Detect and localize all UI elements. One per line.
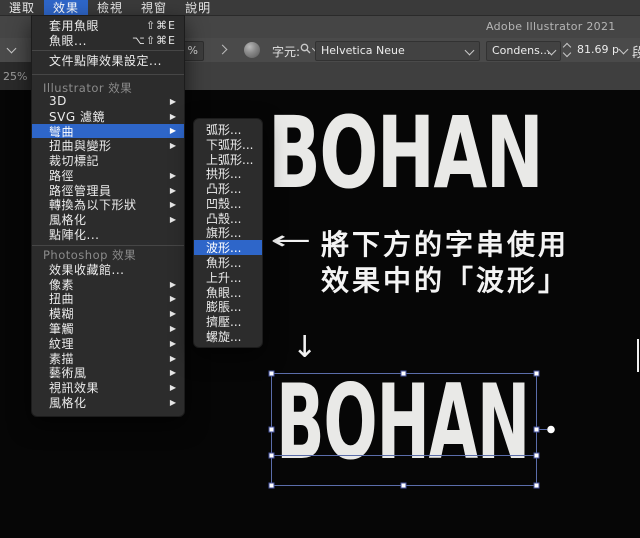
font-size-stepper[interactable] [562, 42, 572, 58]
paragraph-label: 段 [632, 46, 640, 61]
menubar-item-effect[interactable]: 效果 [44, 0, 89, 15]
annotation-line-2: 效果中的「波形」 [321, 264, 570, 297]
left-arrow-icon: ← [270, 226, 312, 256]
menu-item-effect-gallery[interactable]: 效果收藏館... [32, 262, 184, 277]
menu-item-stylize-ai[interactable]: 風格化 ▶ [32, 212, 184, 227]
app-title: Adobe Illustrator 2021 [486, 20, 616, 33]
headline-text-object[interactable]: BOHAN [268, 104, 544, 203]
menubar-item-help[interactable]: 說明 [176, 0, 220, 15]
percent-suffix: % [187, 44, 198, 57]
submenu-arrow-icon: ▶ [169, 170, 176, 180]
submenu-item-wave[interactable]: 波形... [194, 240, 262, 255]
menu-divider [32, 48, 184, 53]
submenu-arrow-icon: ▶ [169, 279, 176, 289]
warp-submenu: 弧形... 下弧形... 上弧形... 拱形... 凸形... 凹殼... 凸殼… [193, 118, 263, 348]
font-family-value: Helvetica Neue [321, 44, 405, 57]
submenu-item-bulge[interactable]: 凸形... [194, 181, 262, 196]
submenu-arrow-icon: ▶ [169, 383, 176, 393]
submenu-item-fish[interactable]: 魚形... [194, 255, 262, 270]
submenu-arrow-icon: ▶ [169, 141, 176, 151]
font-size-value[interactable]: 81.69 p [577, 43, 619, 56]
submenu-arrow-icon: ▶ [169, 126, 176, 136]
menu-item-fisheye[interactable]: 魚眼... ⌥⇧⌘E [32, 33, 184, 48]
menu-item-convert-to-shape[interactable]: 轉換為以下形狀 ▶ [32, 198, 184, 212]
menu-divider [32, 68, 184, 81]
submenu-arrow-icon: ▶ [169, 294, 176, 304]
submenu-arrow-icon: ▶ [169, 309, 176, 319]
submenu-item-arc[interactable]: 弧形... [194, 122, 262, 137]
down-arrow-icon: ↓ [292, 330, 318, 365]
chevron-down-icon[interactable] [6, 43, 17, 54]
submenu-arrow-icon: ▶ [169, 111, 176, 121]
menu-item-document-raster-settings[interactable]: 文件點陣效果設定... [32, 53, 184, 68]
font-style-select[interactable]: Condens... [486, 41, 561, 61]
chevron-right-icon[interactable] [217, 44, 228, 55]
menu-item-blur[interactable]: 模糊 ▶ [32, 306, 184, 321]
shortcut-label: ⇧⌘E [145, 19, 176, 32]
menu-item-brush-strokes[interactable]: 筆觸 ▶ [32, 321, 184, 336]
menu-section-illustrator-effects: Illustrator 效果 [43, 80, 133, 95]
character-label: 字元: [272, 45, 301, 59]
menu-item-apply-fisheye[interactable]: 套用魚眼 ⇧⌘E [32, 18, 184, 33]
submenu-item-squeeze[interactable]: 擠壓... [194, 314, 262, 329]
text-caret [637, 339, 639, 372]
menu-item-rasterize[interactable]: 點陣化... [32, 227, 184, 242]
menu-item-warp[interactable]: 彎曲 ▶ [32, 123, 184, 139]
submenu-item-shell-upper[interactable]: 凸殼... [194, 211, 262, 226]
menu-item-pathfinder[interactable]: 路徑管理員 ▶ [32, 183, 184, 198]
submenu-item-flag[interactable]: 旗形... [194, 226, 262, 240]
submenu-arrow-icon: ▶ [169, 324, 176, 334]
menu-divider [32, 242, 184, 249]
menu-item-crop-marks[interactable]: 裁切標記 [32, 153, 184, 168]
search-icon [300, 43, 311, 54]
submenu-item-inflate[interactable]: 膨脹... [194, 300, 262, 314]
menu-item-video[interactable]: 視訊效果 ▶ [32, 380, 184, 395]
submenu-item-arc-upper[interactable]: 上弧形... [194, 152, 262, 167]
selected-text-object[interactable]: BOHAN [276, 372, 530, 475]
submenu-arrow-icon: ▶ [169, 200, 176, 210]
illustrator-window: BOHAN ← 將下方的字串使用 效果中的「波形」 ↓ BOHAN Adobe … [0, 0, 640, 538]
chevron-down-icon[interactable] [618, 44, 629, 55]
menubar-item-select[interactable]: 選取 [0, 0, 44, 15]
submenu-arrow-icon: ▶ [169, 185, 176, 195]
menu-item-svg-filters[interactable]: SVG 濾鏡 ▶ [32, 109, 184, 124]
menu-item-sketch[interactable]: 素描 ▶ [32, 351, 184, 366]
submenu-arrow-icon: ▶ [169, 368, 176, 378]
menu-item-3d[interactable]: 3D ▶ [32, 94, 184, 109]
sphere-icon[interactable] [244, 42, 260, 58]
menu-bar: 選取 效果 檢視 視窗 說明 [0, 0, 640, 16]
submenu-arrow-icon: ▶ [169, 96, 176, 106]
submenu-arrow-icon: ▶ [169, 398, 176, 408]
menu-item-texture[interactable]: 紋理 ▶ [32, 336, 184, 351]
submenu-arrow-icon: ▶ [169, 338, 176, 348]
chevron-down-icon [562, 48, 572, 58]
menu-item-pixelate[interactable]: 像素 ▶ [32, 277, 184, 292]
submenu-arrow-icon: ▶ [169, 353, 176, 363]
submenu-item-arch[interactable]: 拱形... [194, 166, 262, 181]
submenu-item-shell-lower[interactable]: 凹殼... [194, 196, 262, 211]
menu-item-distort-ps[interactable]: 扭曲 ▶ [32, 292, 184, 306]
shortcut-label: ⌥⇧⌘E [132, 34, 176, 47]
submenu-item-rise[interactable]: 上升... [194, 270, 262, 285]
submenu-arrow-icon: ▶ [169, 215, 176, 225]
menubar-item-window[interactable]: 視窗 [132, 0, 176, 15]
chevron-down-icon [464, 45, 475, 56]
annotation-line-1: 將下方的字串使用 [321, 228, 570, 261]
submenu-item-fisheye[interactable]: 魚眼... [194, 285, 262, 300]
effect-menu: 套用魚眼 ⇧⌘E 魚眼... ⌥⇧⌘E 文件點陣效果設定... Illustra… [31, 15, 185, 417]
menu-item-artistic[interactable]: 藝術風 ▶ [32, 366, 184, 380]
menu-item-distort-transform[interactable]: 扭曲與變形 ▶ [32, 138, 184, 153]
font-family-select[interactable]: Helvetica Neue [315, 41, 480, 61]
submenu-item-arc-lower[interactable]: 下弧形... [194, 137, 262, 152]
menu-item-path[interactable]: 路徑 ▶ [32, 168, 184, 183]
menu-item-stylize-ps[interactable]: 風格化 ▶ [32, 395, 184, 410]
menubar-item-view[interactable]: 檢視 [88, 0, 132, 15]
submenu-item-twist[interactable]: 螺旋... [194, 329, 262, 344]
font-style-value: Condens... [492, 44, 551, 57]
